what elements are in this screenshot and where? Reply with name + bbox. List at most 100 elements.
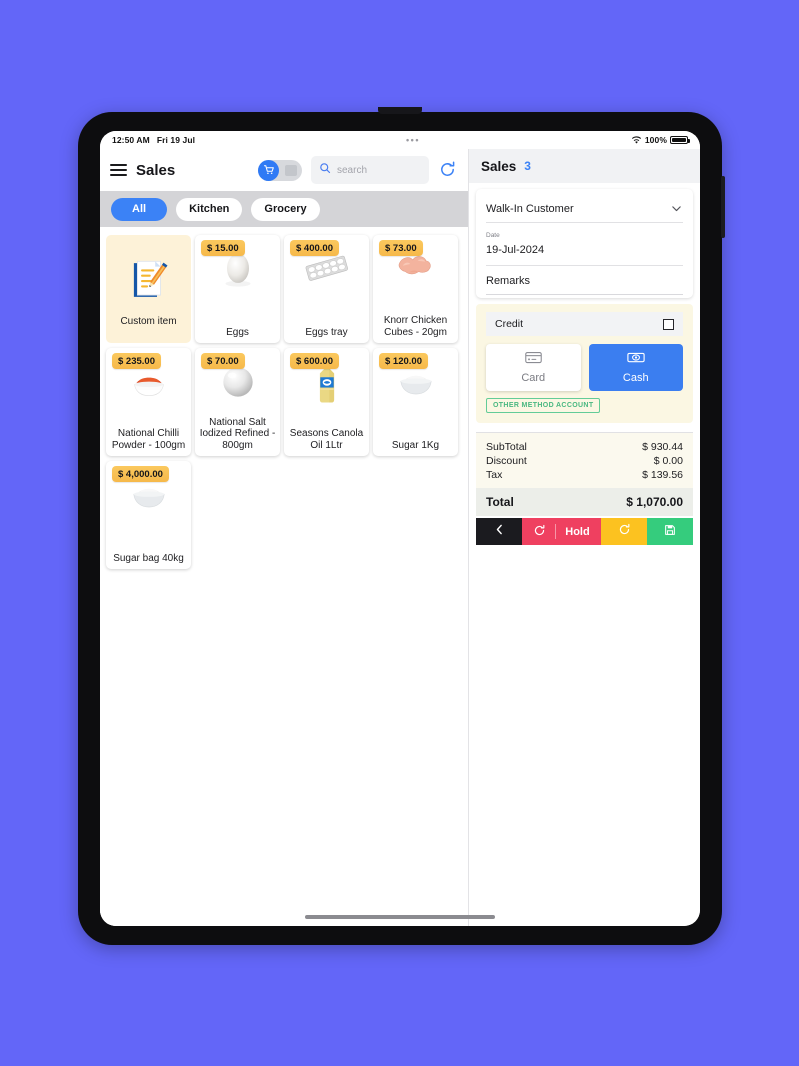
- tax-label: Tax: [486, 469, 503, 481]
- pay-card-button[interactable]: Card: [486, 344, 581, 391]
- page-title: Sales: [136, 161, 176, 179]
- other-method-account-button[interactable]: OTHER METHOD ACCOUNT: [486, 398, 601, 413]
- refresh-icon[interactable]: [438, 160, 458, 180]
- total-row-discount: Discount $ 0.00: [486, 454, 683, 468]
- hamburger-menu-icon[interactable]: [110, 164, 127, 176]
- sales-pane: Sales 3 Walk-In Customer Date 19-Jul-202…: [468, 149, 700, 926]
- status-time: 12:50 AM: [112, 135, 150, 145]
- totals-section: SubTotal $ 930.44 Discount $ 0.00 Tax $ …: [476, 432, 693, 545]
- cart-mode-toggle[interactable]: [258, 159, 302, 181]
- reset-button[interactable]: [601, 518, 647, 545]
- credit-label: Credit: [495, 318, 524, 330]
- subtotal-label: SubTotal: [486, 441, 527, 453]
- product-card-national-chilli-powder[interactable]: $ 235.00 National Chilli Powder - 100gm: [106, 348, 191, 456]
- product-card-sugar-1kg[interactable]: $ 120.00 Sugar 1Kg: [373, 348, 458, 456]
- product-name: National Chilli Powder - 100gm: [111, 428, 186, 451]
- grand-total-row: Total $ 1,070.00: [476, 488, 693, 516]
- category-tab-all[interactable]: All: [111, 197, 168, 221]
- chevron-left-icon: [493, 523, 506, 541]
- credit-row[interactable]: Credit: [486, 312, 683, 336]
- date-group: Date 19-Jul-2024: [486, 232, 544, 258]
- product-name: Seasons Canola Oil 1Ltr: [289, 428, 364, 451]
- product-price: $ 4,000.00: [112, 466, 169, 482]
- product-name: Sugar bag 40kg: [113, 552, 184, 564]
- tablet-device-frame: 12:50 AM Fri 19 Jul ••• 100% Sales searc…: [78, 107, 725, 945]
- product-name: National Salt Iodized Refined - 800gm: [199, 416, 276, 451]
- hold-label: Hold: [565, 525, 590, 538]
- category-tabs: All Kitchen Grocery: [100, 191, 468, 227]
- subtotal-value: $ 930.44: [642, 441, 683, 453]
- app-body: Sales search All Kitchen Grocery Custom …: [100, 149, 700, 926]
- product-name: Knorr Chicken Cubes - 20gm: [383, 315, 448, 338]
- product-card-knorr-chicken-cubes[interactable]: $ 73.00 Knorr Chicken Cubes - 20gm: [373, 235, 458, 343]
- status-bar-right: 100%: [631, 135, 690, 145]
- product-card-seasons-canola-oil[interactable]: $ 600.00 Seasons Canola Oil 1Ltr: [284, 348, 369, 456]
- product-card-eggs[interactable]: $ 15.00 Eggs: [195, 235, 280, 343]
- sales-item-count: 3: [524, 159, 531, 173]
- product-price: $ 600.00: [290, 353, 339, 369]
- customer-select[interactable]: Walk-In Customer: [486, 193, 683, 223]
- product-name: Sugar 1Kg: [391, 439, 440, 451]
- cart-icon: [258, 159, 279, 181]
- document-pencil-icon: [106, 250, 191, 310]
- refresh-cw-icon: [618, 523, 631, 541]
- payment-methods: Card Cash: [486, 344, 683, 391]
- action-bar: Hold: [476, 518, 693, 545]
- sales-title: Sales: [481, 158, 517, 174]
- product-card-national-salt[interactable]: $ 70.00 National Salt Iodized Refined - …: [195, 348, 280, 456]
- remarks-label: Remarks: [486, 275, 531, 287]
- date-field[interactable]: Date 19-Jul-2024: [486, 223, 683, 266]
- remarks-field[interactable]: Remarks: [486, 266, 683, 295]
- category-tab-kitchen[interactable]: Kitchen: [176, 197, 243, 221]
- power-button[interactable]: [721, 176, 725, 238]
- cash-icon: [627, 351, 645, 367]
- total-value: $ 1,070.00: [626, 495, 683, 509]
- product-name: Eggs: [226, 326, 249, 338]
- status-dots: •••: [406, 135, 420, 145]
- product-name: Eggs tray: [305, 326, 348, 338]
- totals-list: SubTotal $ 930.44 Discount $ 0.00 Tax $ …: [476, 433, 693, 488]
- status-bar-left: 12:50 AM Fri 19 Jul: [112, 135, 195, 145]
- products-pane: Sales search All Kitchen Grocery Custom …: [100, 149, 468, 926]
- save-disk-icon: [664, 523, 676, 541]
- category-tab-grocery[interactable]: Grocery: [251, 197, 320, 221]
- battery-icon: [670, 136, 690, 144]
- customer-value: Walk-In Customer: [486, 202, 574, 215]
- tax-value: $ 139.56: [642, 469, 683, 481]
- product-price: $ 235.00: [112, 353, 161, 369]
- product-card-eggs-tray[interactable]: $ 400.00 Eggs tray: [284, 235, 369, 343]
- search-box[interactable]: [311, 156, 429, 184]
- device-screen: 12:50 AM Fri 19 Jul ••• 100% Sales searc…: [100, 131, 700, 926]
- discount-value: $ 0.00: [653, 455, 683, 467]
- app-toolbar: Sales: [100, 149, 468, 191]
- product-card-custom-item[interactable]: Custom item: [106, 235, 191, 343]
- back-button[interactable]: [476, 518, 522, 545]
- sale-form: Walk-In Customer Date 19-Jul-2024 Remark…: [476, 189, 693, 298]
- hold-button[interactable]: Hold: [522, 518, 601, 545]
- status-date: Fri 19 Jul: [156, 135, 196, 145]
- date-value: 19-Jul-2024: [486, 244, 545, 256]
- product-name: Custom item: [120, 315, 177, 327]
- status-bar: 12:50 AM Fri 19 Jul ••• 100%: [100, 131, 700, 149]
- credit-checkbox[interactable]: [663, 318, 674, 330]
- date-label: Date: [486, 232, 500, 239]
- product-price: $ 120.00: [379, 353, 428, 369]
- sales-header: Sales 3: [469, 149, 700, 183]
- product-card-sugar-bag-40kg[interactable]: $ 4,000.00 Sugar bag 40kg: [106, 461, 191, 569]
- product-grid-area: Custom item $ 15.00 Eggs $ 400.00 Eggs t…: [100, 227, 468, 926]
- reset-icon: [533, 524, 546, 540]
- search-input[interactable]: [337, 164, 421, 176]
- battery-percent: 100%: [644, 135, 667, 145]
- product-grid: Custom item $ 15.00 Eggs $ 400.00 Eggs t…: [106, 235, 462, 569]
- chevron-down-icon: [670, 202, 683, 215]
- home-indicator: [305, 915, 495, 919]
- product-price: $ 15.00: [201, 240, 245, 256]
- discount-label: Discount: [486, 455, 527, 467]
- product-price: $ 73.00: [379, 240, 423, 256]
- total-row-subtotal: SubTotal $ 930.44: [486, 440, 683, 454]
- save-button[interactable]: [647, 518, 693, 545]
- pay-card-label: Card: [521, 372, 546, 384]
- search-icon: [319, 161, 331, 179]
- pay-cash-button[interactable]: Cash: [588, 344, 683, 391]
- pay-cash-label: Cash: [622, 372, 649, 384]
